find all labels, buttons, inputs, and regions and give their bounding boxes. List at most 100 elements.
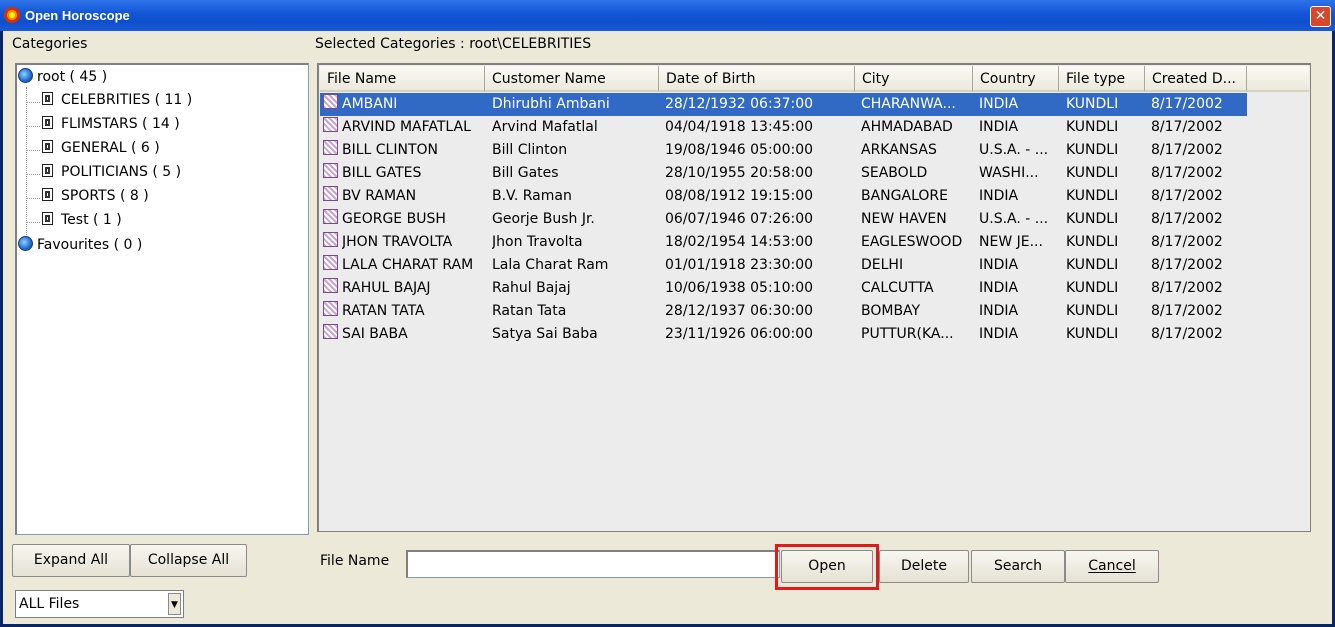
cell-file-type: KUNDLI: [1066, 96, 1119, 112]
tree-item-label: SPORTS ( 8 ): [61, 188, 149, 204]
horoscope-file-icon: [323, 117, 338, 132]
file-type-select[interactable]: ALL Files ▼: [15, 590, 184, 618]
column-header-file-name[interactable]: File Name: [320, 66, 485, 92]
cell-customer-name: Bill Gates: [492, 165, 559, 181]
cell-customer-name: Rahul Bajaj: [492, 280, 571, 296]
table-header: File Name Customer Name Date of Birth Ci…: [320, 66, 1309, 92]
tree-item-label: FLIMSTARS ( 14 ): [61, 116, 180, 132]
selected-categories-label: Selected Categories : root\CELEBRITIES: [315, 36, 592, 52]
column-header-filler: [1247, 66, 1309, 92]
cell-created-date: 8/17/2002: [1151, 165, 1223, 181]
cell-date-of-birth: 23/11/1926 06:00:00: [665, 326, 814, 342]
tree-item-favourites[interactable]: Favourites ( 0 ): [18, 236, 142, 256]
dropdown-arrow-icon[interactable]: ▼: [168, 593, 181, 615]
column-header-country[interactable]: Country: [973, 66, 1059, 92]
horoscope-file-icon: [323, 232, 338, 247]
cell-file-type: KUNDLI: [1066, 234, 1119, 250]
horoscope-file-icon: [323, 209, 338, 224]
tree-item-label: CELEBRITIES ( 11 ): [61, 92, 193, 108]
cell-date-of-birth: 10/06/1938 05:10:00: [665, 280, 814, 296]
cell-city: ARKANSAS: [861, 142, 937, 158]
horoscope-file-icon: [323, 163, 338, 178]
tree-item-root[interactable]: root ( 45 ): [18, 68, 107, 88]
cell-customer-name: Satya Sai Baba: [492, 326, 598, 342]
tree-item-label: POLITICIANS ( 5 ): [61, 164, 182, 180]
cell-file-name: BILL CLINTON: [342, 142, 439, 158]
table-row[interactable]: BILL GATES Bill Gates 28/10/1955 20:58:00 S…: [320, 162, 1247, 185]
horoscope-file-icon: [323, 255, 338, 270]
cell-file-type: KUNDLI: [1066, 257, 1119, 273]
cell-city: CALCUTTA: [861, 280, 934, 296]
tree-item-test[interactable]: Test ( 1 ): [42, 212, 122, 232]
title-bar: Open Horoscope ✕: [0, 0, 1335, 31]
expand-all-button[interactable]: Expand All: [12, 544, 130, 577]
document-icon: [42, 140, 53, 153]
app-icon: [4, 7, 20, 23]
cell-city: AHMADABAD: [861, 119, 953, 135]
cell-file-name: SAI BABA: [342, 326, 408, 342]
cell-file-type: KUNDLI: [1066, 119, 1119, 135]
cell-file-name: BILL GATES: [342, 165, 422, 181]
globe-icon: [18, 236, 33, 251]
tree-item-general[interactable]: GENERAL ( 6 ): [42, 140, 160, 160]
cell-created-date: 8/17/2002: [1151, 303, 1223, 319]
cell-file-name: RATAN TATA: [342, 303, 425, 319]
tree-item-politicians[interactable]: POLITICIANS ( 5 ): [42, 164, 181, 184]
cell-country: U.S.A. - ...: [979, 211, 1049, 227]
close-icon: ✕: [1314, 8, 1327, 24]
table-row[interactable]: GEORGE BUSH Georje Bush Jr. 06/07/1946 07:…: [320, 208, 1247, 231]
collapse-all-button[interactable]: Collapse All: [130, 544, 247, 577]
column-header-file-type[interactable]: File type: [1059, 66, 1145, 92]
column-header-created-date[interactable]: Created D...: [1145, 66, 1247, 92]
table-row[interactable]: RAHUL BAJAJ Rahul Bajaj 10/06/1938 05:10:0…: [320, 277, 1247, 300]
category-tree[interactable]: root ( 45 ) CELEBRITIES ( 11 ) FLIMSTARS…: [15, 63, 309, 535]
cell-file-type: KUNDLI: [1066, 303, 1119, 319]
tree-item-label: root ( 45 ): [37, 69, 108, 85]
column-header-date-of-birth[interactable]: Date of Birth: [659, 66, 855, 92]
tree-item-label: Favourites ( 0 ): [37, 237, 143, 253]
cell-file-name: JHON TRAVOLTA: [342, 234, 453, 250]
table-row[interactable]: BV RAMAN B.V. Raman 08/08/1912 19:15:00 BAN…: [320, 185, 1247, 208]
cell-country: INDIA: [979, 96, 1019, 112]
table-row[interactable]: RATAN TATA Ratan Tata 28/12/1937 06:30:00 B…: [320, 300, 1247, 323]
horoscope-file-icon: [323, 324, 338, 339]
cell-date-of-birth: 28/12/1937 06:30:00: [665, 303, 814, 319]
window-title: Open Horoscope: [25, 8, 130, 23]
cell-country: INDIA: [979, 303, 1019, 319]
close-button[interactable]: ✕: [1310, 6, 1331, 27]
search-button[interactable]: Search: [971, 550, 1065, 583]
cell-created-date: 8/17/2002: [1151, 142, 1223, 158]
cell-date-of-birth: 28/10/1955 20:58:00: [665, 165, 814, 181]
table-row[interactable]: JHON TRAVOLTA Jhon Travolta 18/02/1954 14:…: [320, 231, 1247, 254]
column-header-city[interactable]: City: [855, 66, 973, 92]
cell-created-date: 8/17/2002: [1151, 188, 1223, 204]
horoscope-file-icon: [323, 301, 338, 316]
cell-country: INDIA: [979, 280, 1019, 296]
file-name-input[interactable]: [406, 550, 780, 578]
open-button[interactable]: Open: [781, 550, 873, 583]
document-icon: [42, 188, 53, 201]
cell-file-type: KUNDLI: [1066, 165, 1119, 181]
tree-item-flimstars[interactable]: FLIMSTARS ( 14 ): [42, 116, 180, 136]
table-row[interactable]: SAI BABA Satya Sai Baba 23/11/1926 06:00:0…: [320, 323, 1247, 346]
horoscope-file-list[interactable]: File Name Customer Name Date of Birth Ci…: [317, 63, 1311, 532]
cell-customer-name: B.V. Raman: [492, 188, 572, 204]
column-header-customer-name[interactable]: Customer Name: [485, 66, 659, 92]
table-row[interactable]: LALA CHARAT RAM Lala Charat Ram 01/01/1918…: [320, 254, 1247, 277]
table-row[interactable]: AMBANI Dhirubhi Ambani 28/12/1932 06:37:00…: [320, 93, 1247, 116]
delete-button[interactable]: Delete: [879, 550, 969, 583]
cell-city: BANGALORE: [861, 188, 948, 204]
cell-country: INDIA: [979, 257, 1019, 273]
cell-created-date: 8/17/2002: [1151, 211, 1223, 227]
document-icon: [42, 116, 53, 129]
table-row[interactable]: ARVIND MAFATLAL Arvind Mafatlal 04/04/1918…: [320, 116, 1247, 139]
table-row[interactable]: BILL CLINTON Bill Clinton 19/08/1946 05:00…: [320, 139, 1247, 162]
tree-item-celebrities[interactable]: CELEBRITIES ( 11 ): [42, 92, 192, 112]
cancel-button[interactable]: Cancel: [1065, 550, 1159, 583]
tree-item-sports[interactable]: SPORTS ( 8 ): [42, 188, 149, 208]
globe-icon: [18, 68, 33, 83]
cell-customer-name: Georje Bush Jr.: [492, 211, 595, 227]
cell-customer-name: Jhon Travolta: [492, 234, 583, 250]
cell-country: INDIA: [979, 188, 1019, 204]
cell-country: INDIA: [979, 326, 1019, 342]
